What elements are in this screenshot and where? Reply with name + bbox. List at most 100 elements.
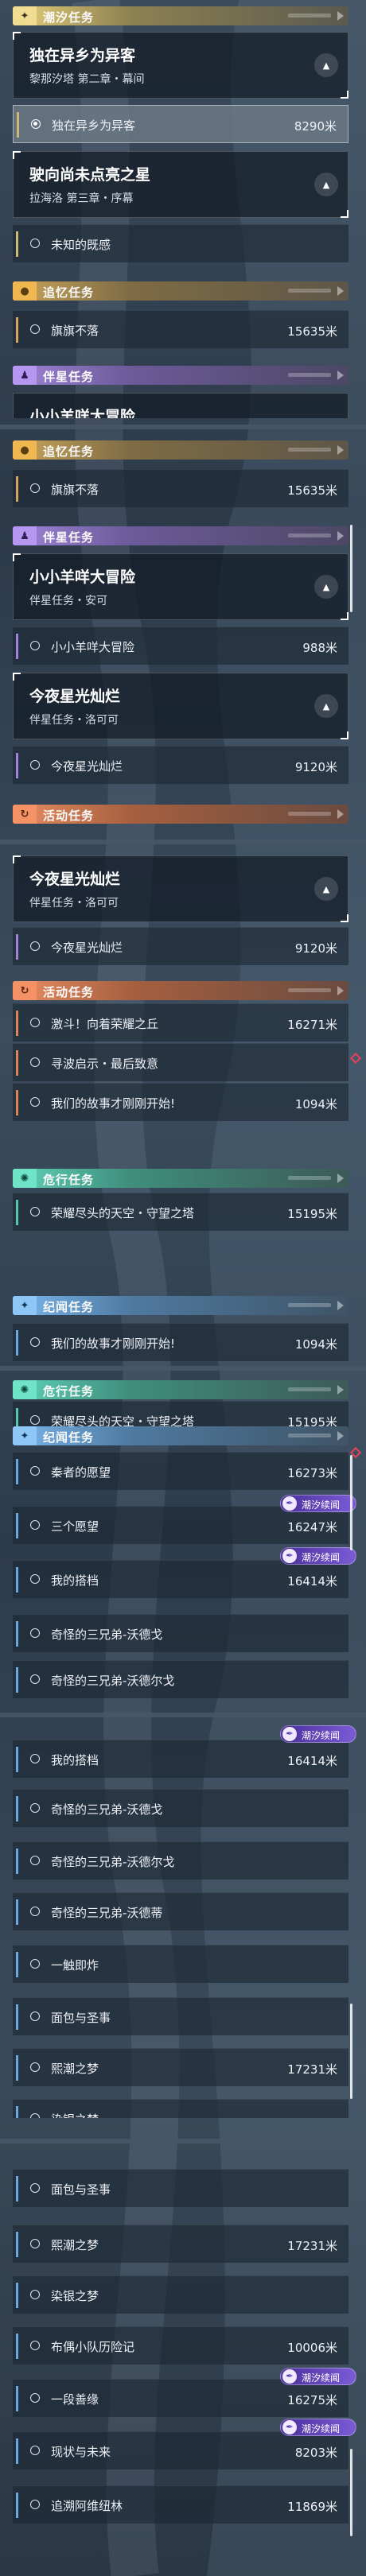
category-header-companion[interactable]: ♟ 伴星任务	[13, 526, 348, 545]
radio[interactable]	[30, 1959, 40, 1969]
scrollbar-thumb[interactable]	[350, 525, 352, 612]
quest-row-wode[interactable]: 我的搭档 16414米	[13, 1560, 348, 1598]
accent-bar	[17, 112, 19, 138]
quest-row-rongyao[interactable]: 荣耀尽头的天空・守望之塔 15195米	[13, 1193, 348, 1231]
quest-row-xiaoyang[interactable]: 小小羊咩大冒险 988米	[13, 627, 348, 665]
quest-row-weizhi[interactable]: 未知的既感	[13, 224, 348, 262]
quest-row-zhuisu[interactable]: 追溯阿维纽林 11869米	[13, 2485, 348, 2524]
quest-row-mianbao[interactable]: 面包与圣事	[13, 1997, 348, 2035]
quest-row-jinye[interactable]: 今夜星光灿烂 9120米	[13, 927, 348, 965]
quest-card-xiaoyang[interactable]: 小小羊咩大冒险 伴星任务・安可 ▲	[13, 553, 348, 620]
radio[interactable]	[30, 2113, 40, 2118]
quest-row-dusha[interactable]: 独在异乡为异客 8290米	[13, 105, 348, 143]
radio[interactable]	[30, 239, 40, 248]
radio[interactable]	[30, 2290, 40, 2299]
radio[interactable]	[30, 1754, 40, 1763]
radio[interactable]	[30, 1466, 40, 1476]
category-header-event[interactable]: ↻ 活动任务	[13, 981, 348, 1000]
quest-card-xiaoyang-partial[interactable]: 小小羊咩大冒险	[13, 393, 348, 418]
radio[interactable]	[30, 1856, 40, 1865]
quest-card-jinye[interactable]: 今夜星光灿烂 伴星任务・洛可可 ▲	[13, 673, 348, 739]
quest-row-qibu[interactable]: 旗旗不落 15635米	[13, 310, 348, 348]
radio[interactable]	[30, 2012, 40, 2021]
header-decoration	[288, 14, 331, 17]
quest-row-qiguai-wdg[interactable]: 奇怪的三兄弟-沃德戈	[13, 1789, 348, 1827]
radio[interactable]	[30, 1207, 40, 1216]
quest-card-huxiang[interactable]: 驶向尚未点亮之星 拉海洛 第三章・序幕 ▲	[13, 151, 348, 218]
radio[interactable]	[30, 1574, 40, 1584]
quest-row-ranyin-partial[interactable]: 染银之梦	[13, 2099, 348, 2118]
radio[interactable]	[30, 2341, 40, 2350]
quest-row-ranyin[interactable]: 染银之梦	[13, 2275, 348, 2314]
radio[interactable]	[30, 1674, 40, 1684]
accent-bar	[16, 2386, 18, 2411]
accent-bar	[16, 2004, 18, 2030]
radio[interactable]	[30, 641, 40, 650]
scrollbar-thumb[interactable]	[350, 2449, 352, 2536]
accent-bar	[16, 2055, 18, 2081]
radio[interactable]	[30, 1415, 40, 1425]
radio[interactable]	[30, 483, 40, 493]
collapse-toggle[interactable]: ▲	[314, 53, 338, 77]
quest-row-wode[interactable]: 我的搭档 16414米	[13, 1740, 348, 1778]
scrollbar-thumb[interactable]	[350, 2004, 352, 2099]
radio[interactable]	[30, 941, 40, 951]
radio[interactable]	[30, 2183, 40, 2193]
collapse-toggle[interactable]: ▲	[314, 575, 338, 599]
quest-row-jinye[interactable]: 今夜星光灿烂 9120米	[13, 746, 348, 784]
collapse-toggle[interactable]: ▲	[314, 877, 338, 901]
quest-row-qinzhe[interactable]: 秦者的愿望 16273米	[13, 1452, 348, 1490]
quest-row-qibu[interactable]: 旗旗不落 15635米	[13, 469, 348, 507]
chevron-right-icon	[337, 445, 344, 455]
radio[interactable]	[30, 1057, 40, 1067]
category-header-side[interactable]: ● 追忆任务	[13, 440, 348, 460]
category-header-event[interactable]: ↻ 活动任务	[13, 805, 348, 824]
quest-row-qiguai-wdd[interactable]: 奇怪的三兄弟-沃德蒂	[13, 1892, 348, 1930]
quest-row-mianbao[interactable]: 面包与圣事	[13, 2169, 348, 2207]
quest-row-yichu[interactable]: 一触即炸	[13, 1945, 348, 1983]
radio[interactable]	[30, 2239, 40, 2248]
quest-card-jinye[interactable]: 今夜星光灿烂 伴星任务・洛可可 ▲	[13, 855, 348, 922]
category-header-ji[interactable]: ✦ 纪闻任务	[13, 1426, 348, 1445]
quest-row-qiguai-wde[interactable]: 奇怪的三兄弟-沃德尔戈	[13, 1841, 348, 1880]
category-header-ji[interactable]: ✦ 纪闻任务	[13, 1296, 348, 1315]
tidal-continued-tag: ✒ 潮汐续闻	[280, 1725, 356, 1743]
collapse-toggle[interactable]: ▲	[314, 694, 338, 718]
quest-row-xunbo[interactable]: 寻波启示・最后致意	[13, 1043, 348, 1081]
radio[interactable]	[30, 1628, 40, 1638]
quest-row-gushi[interactable]: 我们的故事才刚刚开始! 1094米	[13, 1323, 348, 1361]
quest-row-xizhi[interactable]: 熙潮之梦 17231米	[13, 2225, 348, 2263]
quest-row-qiguai-wdg[interactable]: 奇怪的三兄弟-沃德戈	[13, 1614, 348, 1652]
radio[interactable]	[30, 1803, 40, 1813]
radio[interactable]	[30, 2393, 40, 2403]
category-header-companion[interactable]: ♟ 伴星任务	[13, 366, 348, 385]
radio[interactable]	[30, 2446, 40, 2455]
radio[interactable]	[30, 1907, 40, 1916]
refresh-icon: ↻	[13, 805, 37, 824]
category-header-main[interactable]: ✦ 潮汐任务	[13, 6, 348, 25]
category-header-side[interactable]: ● 追忆任务	[13, 281, 348, 301]
quest-card-dusha[interactable]: 独在异乡为异客 黎那汐塔 第二章・幕间 ▲	[13, 32, 348, 99]
category-header-danger[interactable]: ✺ 危行任务	[13, 1380, 348, 1399]
radio[interactable]	[30, 1018, 40, 1027]
radio[interactable]	[30, 2062, 40, 2072]
screenshot-divider	[0, 425, 366, 429]
radio[interactable]	[30, 1520, 40, 1530]
tracked-radio[interactable]	[31, 119, 41, 129]
gear-icon: ✺	[13, 1380, 37, 1399]
collapse-toggle[interactable]: ▲	[314, 173, 338, 196]
radio[interactable]	[30, 760, 40, 770]
radio[interactable]	[30, 324, 40, 334]
quest-row-buou[interactable]: 布偶小队历险记 10006米	[13, 2326, 348, 2365]
quest-row-jili[interactable]: 激斗！向着荣耀之丘 16271米	[13, 1003, 348, 1042]
quest-row-qiguai-wde[interactable]: 奇怪的三兄弟-沃德尔戈	[13, 1660, 348, 1698]
scrollbar-thumb[interactable]	[350, 1455, 352, 1550]
quest-row-xianzhuang[interactable]: 现状与未来 8203米	[13, 2431, 348, 2469]
quest-row-xizhi[interactable]: 熙潮之梦 17231米	[13, 2048, 348, 2086]
radio[interactable]	[30, 1337, 40, 1347]
category-header-danger[interactable]: ✺ 危行任务	[13, 1169, 348, 1188]
radio[interactable]	[30, 2500, 40, 2509]
corner-decoration	[13, 32, 21, 40]
radio[interactable]	[30, 1097, 40, 1107]
quest-row-gushi[interactable]: 我们的故事才刚刚开始! 1094米	[13, 1083, 348, 1121]
